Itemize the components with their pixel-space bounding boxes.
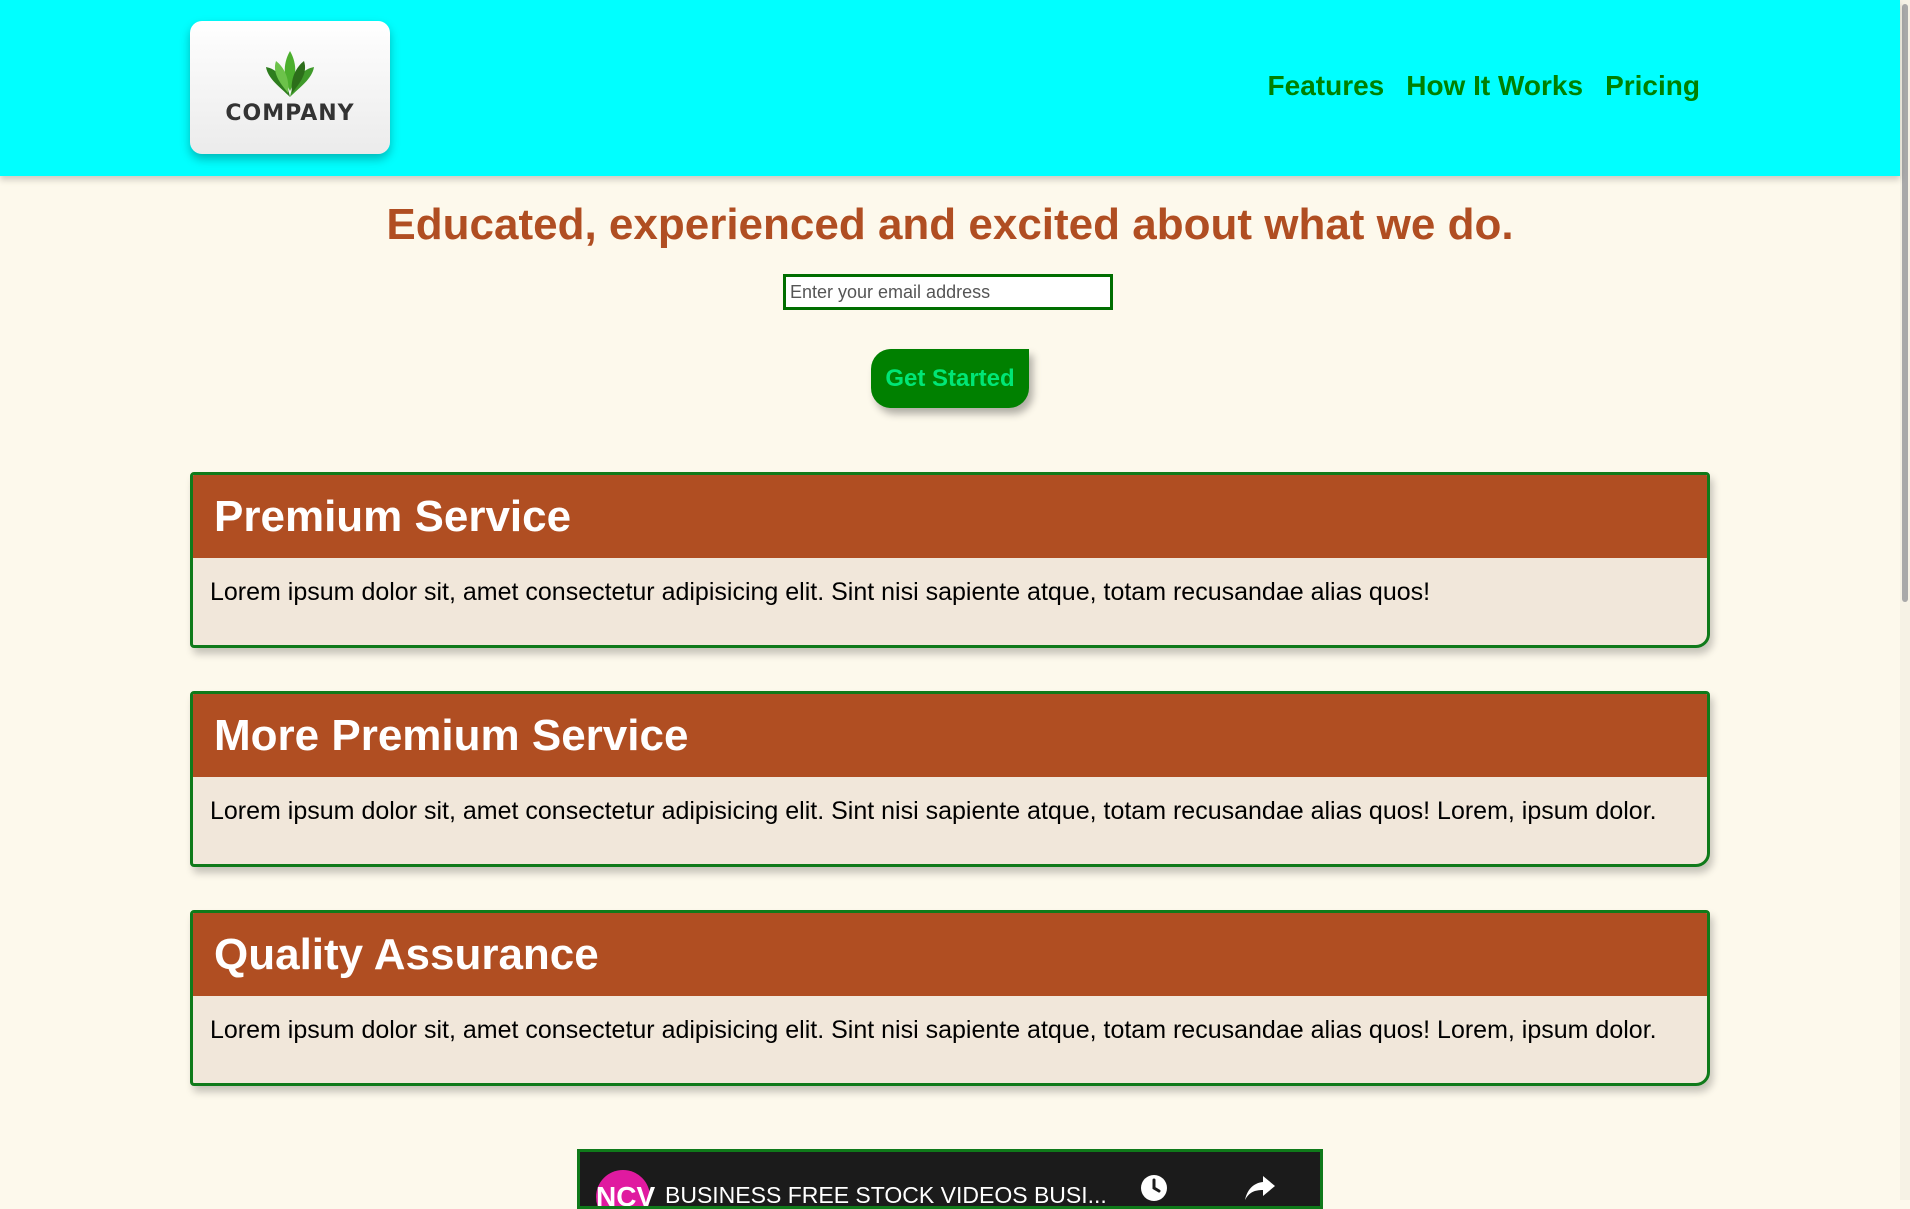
feature-card-quality-assurance: Quality Assurance Lorem ipsum dolor sit,…: [190, 910, 1710, 1086]
card-body: Lorem ipsum dolor sit, amet consectetur …: [210, 578, 1431, 606]
share-icon[interactable]: [1243, 1172, 1277, 1204]
get-started-button[interactable]: Get Started: [871, 349, 1029, 408]
nav-link-how-it-works[interactable]: How It Works: [1406, 70, 1583, 102]
card-body: Lorem ipsum dolor sit, amet consectetur …: [210, 797, 1657, 825]
hero-title: Educated, experienced and excited about …: [386, 200, 1514, 249]
feature-card-more-premium-service: More Premium Service Lorem ipsum dolor s…: [190, 691, 1710, 867]
card-title: Premium Service: [193, 475, 1707, 558]
site-header: COMPANY Features How It Works Pricing: [0, 0, 1900, 176]
company-logo[interactable]: COMPANY: [190, 21, 390, 154]
channel-logo[interactable]: NCV: [596, 1170, 655, 1206]
email-input[interactable]: [783, 274, 1113, 310]
feature-card-premium-service: Premium Service Lorem ipsum dolor sit, a…: [190, 472, 1710, 648]
scrollbar-thumb[interactable]: [1902, 4, 1908, 602]
clock-icon[interactable]: [1139, 1173, 1169, 1203]
card-title: Quality Assurance: [193, 913, 1707, 996]
nav-link-pricing[interactable]: Pricing: [1605, 70, 1700, 102]
main-nav: Features How It Works Pricing: [1268, 70, 1700, 102]
scrollbar[interactable]: [1900, 0, 1910, 1200]
logo-text: COMPANY: [225, 101, 355, 126]
nav-link-features[interactable]: Features: [1268, 70, 1385, 102]
video-embed[interactable]: NCV BUSINESS FREE STOCK VIDEOS BUSI...: [577, 1149, 1323, 1209]
video-title[interactable]: BUSINESS FREE STOCK VIDEOS BUSI...: [665, 1182, 1107, 1206]
leaf-logo-icon: [266, 51, 314, 97]
card-body: Lorem ipsum dolor sit, amet consectetur …: [210, 1016, 1657, 1044]
card-title: More Premium Service: [193, 694, 1707, 777]
